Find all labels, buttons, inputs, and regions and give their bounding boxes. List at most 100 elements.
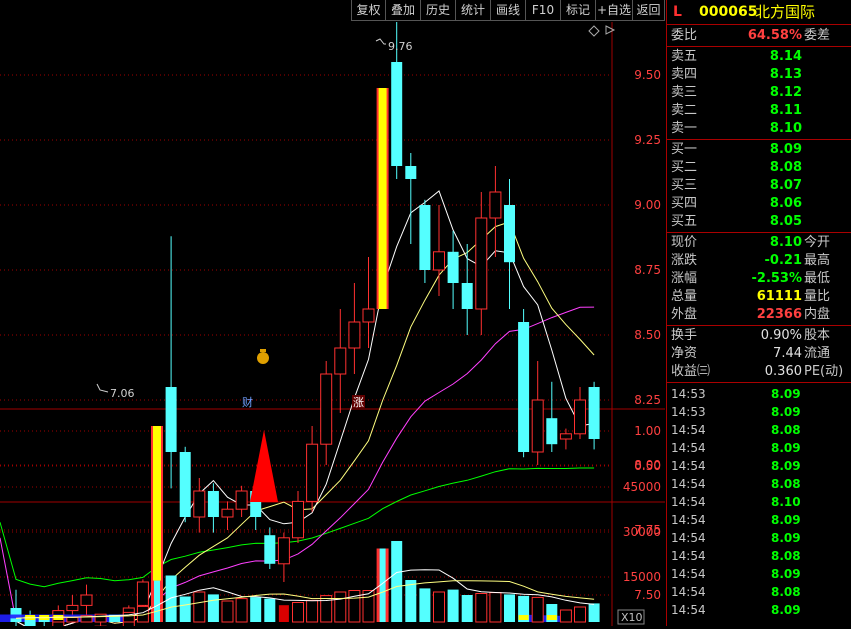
candle-body (362, 308, 375, 323)
statistics-button[interactable]: 统计 (456, 0, 491, 21)
tick-time: 14:54 (671, 495, 706, 509)
tick-price: 8.08 (771, 549, 801, 563)
net-asset-label: 净资 (671, 346, 698, 361)
bid-book: 买一 8.09 买二 8.08 买三 8.07 买四 8.06 买五 8.05 (667, 140, 851, 233)
price-tick-label: 9.50 (634, 68, 661, 82)
ask-label: 卖一 (671, 121, 698, 136)
ask-row: 卖三 8.12 (667, 84, 851, 102)
volume-bar (447, 589, 459, 622)
candle (405, 153, 417, 244)
finance-bag-icon (257, 349, 269, 364)
volume-bar (221, 600, 234, 623)
low-label: 最低 (804, 271, 831, 286)
price-tick-label: 8.75 (634, 263, 661, 277)
candle (531, 361, 544, 465)
chart-settings-icon[interactable] (588, 25, 616, 37)
candle (489, 166, 502, 257)
tick-list[interactable]: 14:53 8.09 14:53 8.09 14:54 8.08 14:54 8.09 14:5… (667, 383, 851, 619)
price-tick-label: 9.00 (634, 198, 661, 212)
bid-price: 8.05 (769, 214, 802, 229)
change-pct-row: 涨幅 -2.53% 最低 (667, 270, 851, 288)
candle-body (320, 373, 333, 445)
tick-time: 14:54 (671, 603, 706, 617)
volume-bar (559, 609, 572, 623)
finance-bag-top (260, 349, 266, 352)
tick-time: 14:54 (671, 423, 706, 437)
stock-header: L 000065 北方国际 (667, 0, 851, 25)
price-tick-label: 8.50 (634, 328, 661, 342)
financial-summary: 换手 0.90% 股本 净资 7.44 流通 收益㈢ 0.360 PE(动) (667, 326, 851, 383)
open-label: 今开 (804, 235, 831, 250)
overlay-button[interactable]: 叠加 (386, 0, 421, 21)
chart-toolbar: 复权 叠加 历史 统计 画线 F10 标记 +自选 返回 (0, 0, 665, 22)
back-button[interactable]: 返回 (633, 0, 665, 21)
candle (447, 231, 459, 309)
volume-bar (278, 605, 289, 622)
tick-price: 8.09 (771, 441, 801, 455)
change-pct-label: 涨幅 (671, 271, 698, 286)
kline-chart-area[interactable]: 9.50 9.25 9.00 8.75 8.50 8.25 8.00 7.75 7.50 9.76… (0, 7, 665, 629)
candle (136, 579, 149, 608)
volume-bar (306, 599, 319, 623)
history-button[interactable]: 历史 (421, 0, 456, 21)
candle-body (235, 490, 248, 510)
ask-price: 8.11 (769, 103, 802, 118)
candle (546, 381, 558, 452)
kline-chart[interactable]: 9.509.259.008.758.508.258.007.757.509.76… (0, 7, 665, 629)
tick-time: 14:54 (671, 441, 706, 455)
tick-row: 14:54 8.09 (667, 529, 851, 547)
fuquan-button[interactable]: 复权 (351, 0, 386, 21)
candle-body (264, 535, 276, 564)
bid-label: 买一 (671, 142, 698, 157)
volume-row: 总量 61111 量比 (667, 288, 851, 306)
outer-value: 22366 (756, 307, 802, 322)
bid-label: 买五 (671, 214, 698, 229)
ask-price: 8.13 (769, 67, 802, 82)
tick-price: 8.08 (771, 477, 801, 491)
price-tick-label: 7.50 (634, 588, 661, 602)
candle (235, 485, 248, 517)
ask-row: 卖二 8.11 (667, 102, 851, 120)
ask-row: 卖四 8.13 (667, 66, 851, 84)
ask-label: 卖五 (671, 49, 698, 64)
change-pct-value: -2.53% (751, 271, 803, 286)
f10-button[interactable]: F10 (526, 0, 561, 21)
candle-body (518, 322, 530, 452)
ask-label: 卖三 (671, 85, 698, 100)
tick-price: 8.10 (771, 495, 801, 509)
bid-row: 买四 8.06 (667, 195, 851, 213)
bid-label: 买四 (671, 196, 698, 211)
candle (518, 309, 530, 458)
volume-bar (193, 591, 206, 623)
tick-row: 14:53 8.09 (667, 385, 851, 403)
tick-row: 14:54 8.08 (667, 475, 851, 493)
mark-button[interactable]: 标记 (561, 0, 596, 21)
stock-code: 000065 (699, 4, 758, 20)
tick-row: 14:54 8.09 (667, 439, 851, 457)
volume-bar-inner (154, 580, 160, 622)
bid-label: 买二 (671, 160, 698, 175)
tick-price: 8.08 (771, 423, 801, 437)
finance-marker: 财 (242, 395, 253, 409)
high-price-pointer (375, 38, 386, 45)
eps-row: 收益㈢ 0.360 PE(动) (667, 363, 851, 381)
weicha-label: 委差 (804, 28, 831, 43)
candle-body (66, 604, 79, 612)
finance-bag-circle (257, 352, 269, 364)
volume-bar (475, 593, 488, 623)
draw-line-button[interactable]: 画线 (491, 0, 526, 21)
candle-body (348, 321, 361, 349)
volume-bar (320, 595, 333, 623)
volume-tick-label: 15000 (623, 570, 661, 584)
tick-row: 14:53 8.09 (667, 403, 851, 421)
tick-price: 8.09 (771, 567, 801, 581)
bid-row: 买三 8.07 (667, 177, 851, 195)
ask-book: 卖五 8.14 卖四 8.13 卖三 8.12 卖二 8.11 卖一 8.10 (667, 47, 851, 140)
candle (264, 527, 276, 569)
add-watchlist-button[interactable]: +自选 (596, 0, 633, 21)
tick-time: 14:54 (671, 531, 706, 545)
candle-body (489, 191, 502, 219)
tick-row: 14:54 8.09 (667, 511, 851, 529)
candle-body (574, 399, 586, 435)
volume-bar (66, 617, 79, 623)
